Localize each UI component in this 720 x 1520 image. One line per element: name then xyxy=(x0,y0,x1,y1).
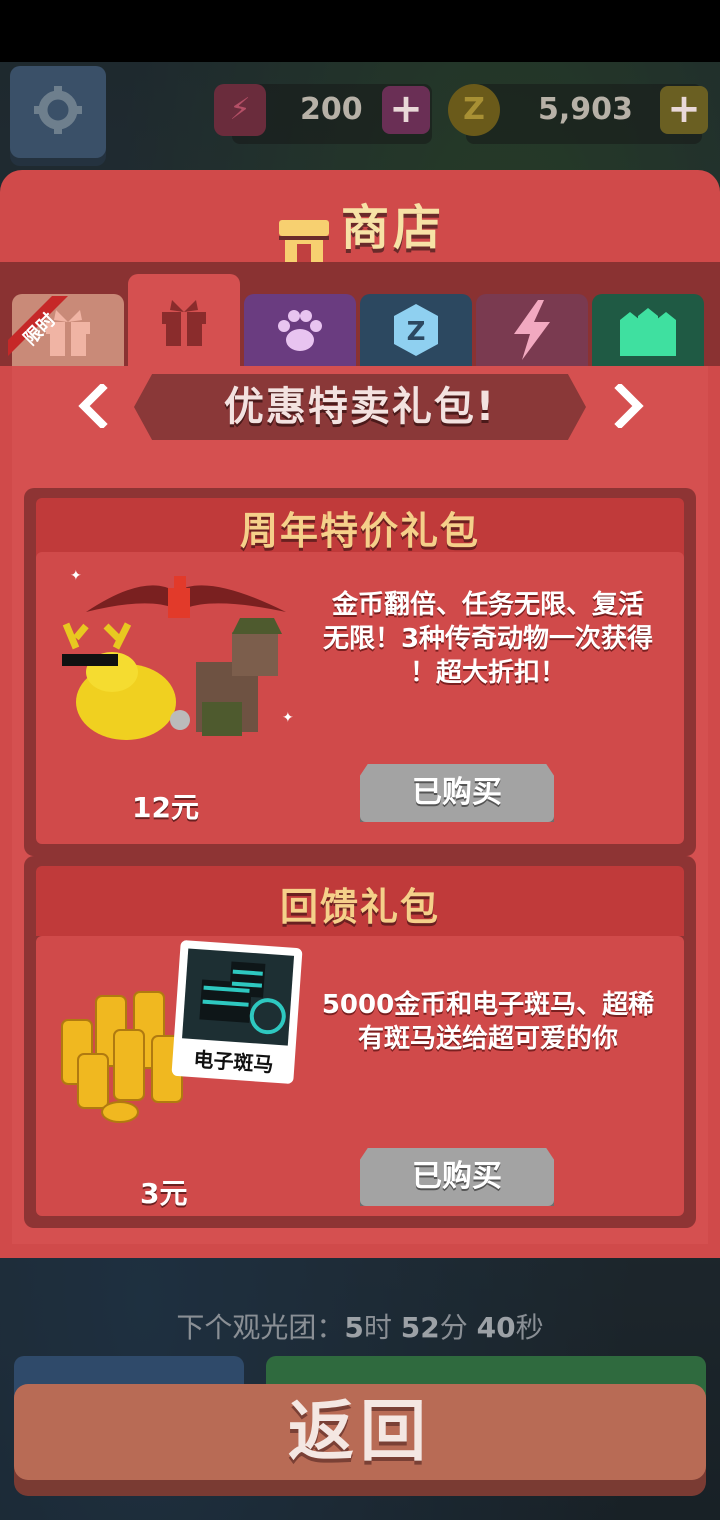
coin-tab-icon: Z xyxy=(394,304,438,356)
next-tour-timer: 下个观光团：5时 52分 40秒 xyxy=(176,1311,544,1344)
package-price: 3元 xyxy=(140,1177,188,1210)
shop-header: 商店 xyxy=(0,188,720,266)
back-label: 返回 xyxy=(288,1393,432,1470)
next-arrow-icon[interactable] xyxy=(606,384,650,428)
add-coins-button[interactable]: + xyxy=(660,86,708,134)
package-price: 12元 xyxy=(132,791,199,824)
add-energy-button[interactable]: + xyxy=(382,86,430,134)
zebra-icon xyxy=(199,961,286,1035)
limited-badge-text: 限时 xyxy=(20,309,60,349)
cyber-zebra-label: 电子斑马 xyxy=(192,1047,275,1077)
gear-icon xyxy=(34,86,82,134)
svg-text:✦: ✦ xyxy=(282,710,294,726)
cyber-zebra-image xyxy=(182,948,295,1046)
settings-button[interactable] xyxy=(10,66,106,158)
svg-text:Z: Z xyxy=(407,317,426,347)
paw-icon xyxy=(278,310,322,351)
legendary-animals-image: ✦ ✦ xyxy=(62,568,294,740)
package-title: 周年特价礼包 xyxy=(239,509,480,553)
category-banner-text: 优惠特卖礼包! xyxy=(223,384,497,430)
package-description: 5000金币和电子斑马、超稀 有斑马送给超可爱的你 xyxy=(321,990,655,1054)
coin-value: 5,903 xyxy=(538,92,633,127)
tab-gift[interactable] xyxy=(128,274,240,366)
tab-coins[interactable]: Z xyxy=(360,294,472,366)
shop-title: 商店 xyxy=(340,200,445,256)
energy-value: 200 xyxy=(300,92,363,127)
back-button[interactable]: 返回 xyxy=(14,1384,706,1480)
prev-arrow-icon[interactable] xyxy=(72,384,116,428)
package-description: 金币翻倍、任务无限、复活 无限！3种传奇动物一次获得 ！超大折扣！ xyxy=(322,590,654,688)
gift-icon xyxy=(162,300,206,346)
purchased-button[interactable]: 已购买 xyxy=(360,764,554,822)
lightning-icon xyxy=(514,300,550,360)
energy-icon: ⚡ xyxy=(214,84,266,136)
tab-animals[interactable] xyxy=(244,294,356,366)
tab-energy[interactable] xyxy=(476,294,588,366)
svg-text:✦: ✦ xyxy=(70,568,82,584)
tab-buildings[interactable] xyxy=(592,294,704,366)
shop-stall-icon xyxy=(278,219,329,262)
buildings-icon xyxy=(620,308,676,356)
package-title: 回馈礼包 xyxy=(279,885,440,929)
purchased-button[interactable]: 已购买 xyxy=(360,1148,554,1206)
coin-icon: Z xyxy=(448,84,500,136)
limited-time-badge: 限时 xyxy=(8,296,68,356)
cyber-zebra-card: 电子斑马 xyxy=(171,939,303,1085)
